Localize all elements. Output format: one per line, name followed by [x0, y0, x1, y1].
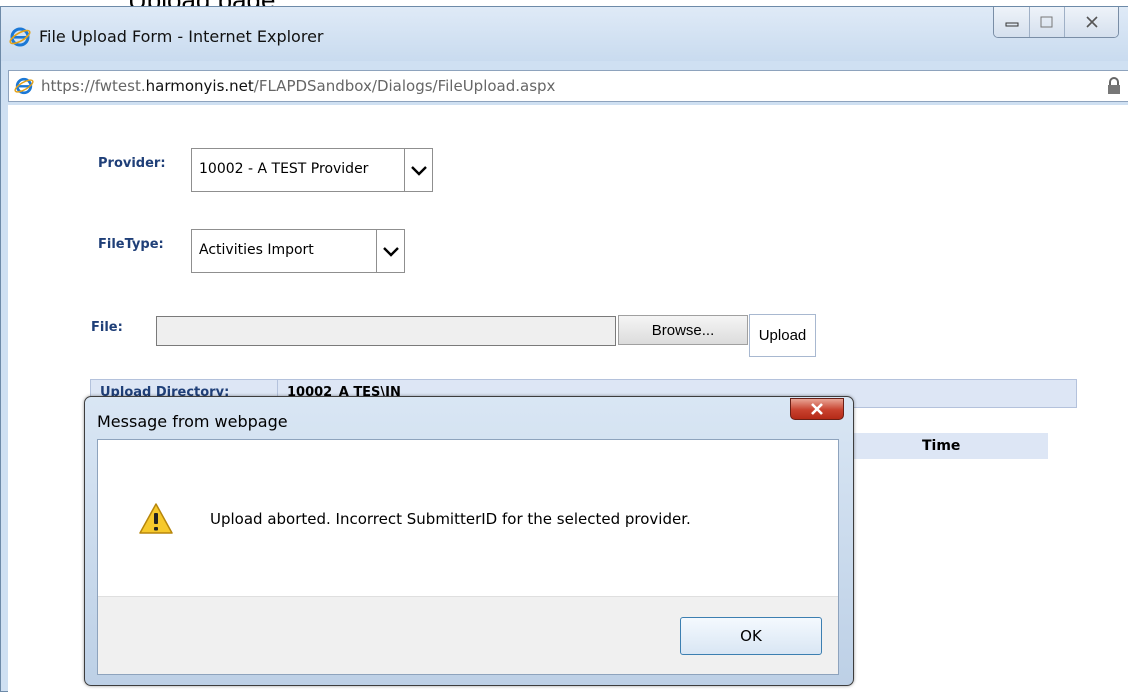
dialog-body: Upload aborted. Incorrect SubmitterID fo… — [97, 439, 839, 675]
filetype-label: FileType: — [98, 237, 164, 252]
dialog-close-button[interactable] — [790, 398, 844, 420]
ie-logo-icon — [9, 27, 31, 47]
chevron-down-icon[interactable] — [404, 149, 432, 191]
close-icon — [811, 403, 823, 415]
title-bar: File Upload Form - Internet Explorer — [1, 7, 1128, 61]
grid-time-header: Time — [922, 438, 961, 454]
dialog-footer: OK — [98, 596, 838, 674]
url-prefix: https://fwtest. — [41, 77, 146, 95]
minimize-icon — [1005, 22, 1018, 27]
dialog-title: Message from webpage — [97, 412, 288, 431]
file-path-input[interactable] — [156, 316, 616, 346]
ie-page-icon — [14, 77, 34, 95]
url-path: /FLAPDSandbox/Dialogs/FileUpload.aspx — [253, 77, 556, 95]
file-label: File: — [91, 320, 123, 335]
provider-label: Provider: — [98, 156, 166, 171]
maximize-button[interactable] — [1029, 7, 1064, 37]
message-dialog: Message from webpage Upload aborted. Inc… — [84, 396, 854, 686]
minimize-button[interactable] — [994, 7, 1029, 37]
maximize-icon — [1040, 16, 1053, 28]
lock-icon — [1108, 77, 1120, 94]
browse-button[interactable]: Browse... — [618, 315, 748, 345]
warning-icon — [139, 503, 173, 534]
upload-button[interactable]: Upload — [749, 314, 816, 357]
address-bar[interactable]: https://fwtest.harmonyis.net/FLAPDSandbo… — [8, 70, 1128, 102]
ok-button[interactable]: OK — [680, 617, 822, 655]
window-title: File Upload Form - Internet Explorer — [39, 27, 324, 46]
url-host: harmonyis.net — [145, 77, 254, 95]
dialog-message: Upload aborted. Incorrect SubmitterID fo… — [210, 510, 691, 528]
close-icon — [1085, 16, 1098, 28]
provider-value: 10002 - A TEST Provider — [199, 161, 369, 177]
window-close-button[interactable] — [1064, 7, 1118, 37]
provider-select[interactable]: 10002 - A TEST Provider — [191, 148, 433, 192]
filetype-select[interactable]: Activities Import — [191, 229, 405, 273]
chevron-down-icon[interactable] — [376, 230, 404, 272]
window-controls — [993, 7, 1119, 38]
filetype-value: Activities Import — [199, 242, 314, 258]
url-text: https://fwtest.harmonyis.net/FLAPDSandbo… — [41, 77, 555, 95]
